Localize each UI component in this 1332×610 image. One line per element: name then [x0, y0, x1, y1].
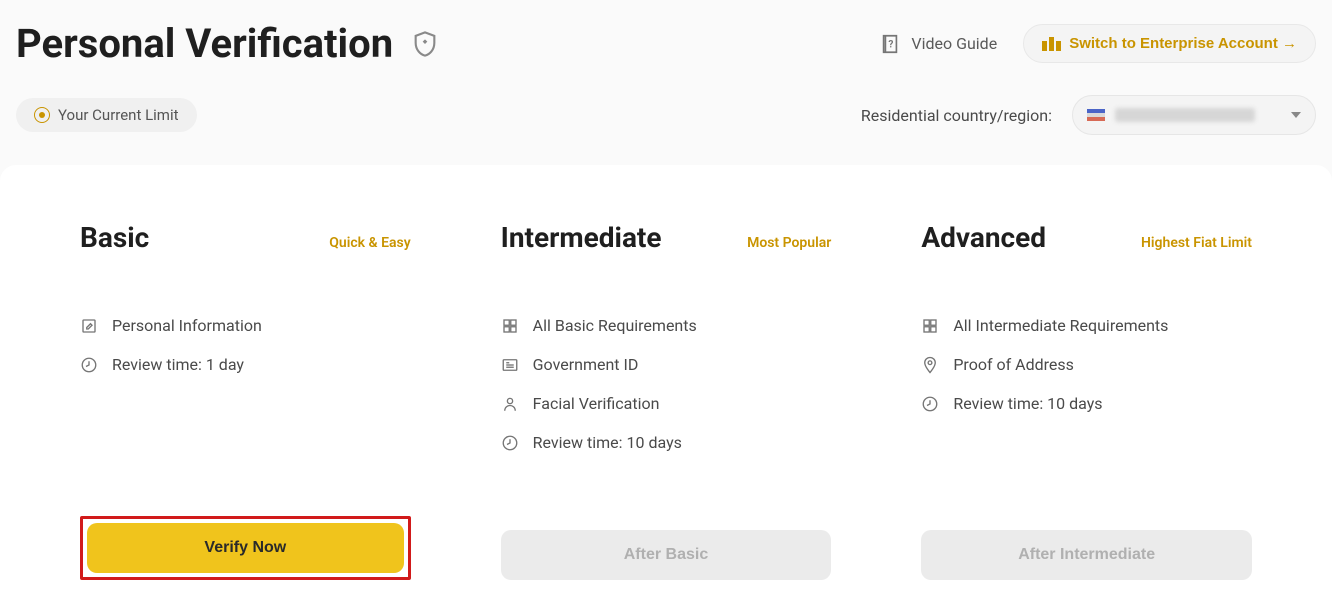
tier-title: Basic [80, 221, 149, 254]
page-title: Personal Verification [16, 20, 393, 67]
grid-icon [921, 317, 939, 335]
requirement-label: Government ID [533, 355, 639, 374]
tier-intermediate: Intermediate Most Popular All Basic Requir… [501, 221, 832, 580]
requirement-item: Proof of Address [921, 355, 1252, 374]
tier-head: Advanced Highest Fiat Limit [921, 221, 1252, 254]
clock-icon [501, 434, 519, 452]
title-row: Personal Verification ? Video Guide Swit… [16, 20, 1316, 67]
tier-title: Advanced [921, 221, 1046, 254]
country-select[interactable] [1072, 95, 1316, 135]
tier-advanced: Advanced Highest Fiat Limit All Intermedia… [921, 221, 1252, 580]
requirement-label: Review time: 10 days [533, 433, 682, 452]
requirement-item: Personal Information [80, 316, 411, 335]
requirement-label: Facial Verification [533, 394, 660, 413]
tier-tag: Quick & Easy [329, 235, 410, 251]
country-label: Residential country/region: [861, 106, 1052, 125]
header-section: Personal Verification ? Video Guide Swit… [0, 0, 1332, 165]
video-guide-link[interactable]: ? Video Guide [879, 33, 997, 55]
tier-tag: Highest Fiat Limit [1141, 235, 1252, 251]
tier-basic: Basic Quick & Easy Personal Information Rev… [80, 221, 411, 580]
help-book-icon: ? [879, 33, 901, 55]
enterprise-icon [1042, 37, 1061, 51]
requirement-item: All Basic Requirements [501, 316, 832, 335]
clock-icon [80, 356, 98, 374]
requirement-item: Review time: 1 day [80, 355, 411, 374]
highlight-box: Verify Now [80, 516, 411, 580]
current-limit-badge[interactable]: Your Current Limit [16, 98, 197, 132]
tier-disabled-button: After Intermediate [921, 530, 1252, 580]
requirement-label: Review time: 1 day [112, 355, 244, 374]
requirement-label: All Basic Requirements [533, 316, 697, 335]
tier-head: Intermediate Most Popular [501, 221, 832, 254]
requirement-label: Proof of Address [953, 355, 1074, 374]
clock-icon [921, 395, 939, 413]
info-row: Your Current Limit Residential country/r… [16, 95, 1316, 135]
person-icon [501, 395, 519, 413]
tier-head: Basic Quick & Easy [80, 221, 411, 254]
idcard-icon [501, 356, 519, 374]
svg-text:?: ? [889, 39, 894, 50]
requirement-item: All Intermediate Requirements [921, 316, 1252, 335]
current-limit-label: Your Current Limit [58, 106, 179, 124]
requirement-label: Personal Information [112, 316, 262, 335]
requirement-label: All Intermediate Requirements [953, 316, 1168, 335]
requirement-item: Facial Verification [501, 394, 832, 413]
requirements-list: Personal Information Review time: 1 day [80, 316, 411, 516]
requirements-list: All Intermediate Requirements Proof of Ad… [921, 316, 1252, 530]
verify-now-button[interactable]: Verify Now [87, 523, 404, 573]
tier-tag: Most Popular [747, 235, 831, 251]
limit-icon [34, 107, 50, 123]
title-right: ? Video Guide Switch to Enterprise Accou… [879, 24, 1316, 63]
tiers-section: Basic Quick & Easy Personal Information Rev… [0, 165, 1332, 610]
grid-icon [501, 317, 519, 335]
switch-enterprise-label: Switch to Enterprise Account → [1069, 35, 1297, 52]
edit-icon [80, 317, 98, 335]
shield-icon [411, 30, 439, 58]
country-row: Residential country/region: [861, 95, 1316, 135]
requirement-item: Review time: 10 days [501, 433, 832, 452]
pin-icon [921, 356, 939, 374]
requirements-list: All Basic Requirements Government ID Facia… [501, 316, 832, 530]
country-value-redacted [1115, 108, 1255, 122]
flag-icon [1087, 109, 1105, 121]
requirement-item: Government ID [501, 355, 832, 374]
switch-enterprise-button[interactable]: Switch to Enterprise Account → [1023, 24, 1316, 63]
requirement-item: Review time: 10 days [921, 394, 1252, 413]
tier-disabled-button: After Basic [501, 530, 832, 580]
tier-title: Intermediate [501, 221, 662, 254]
requirement-label: Review time: 10 days [953, 394, 1102, 413]
title-left: Personal Verification [16, 20, 439, 67]
video-guide-label: Video Guide [911, 34, 997, 53]
chevron-down-icon [1291, 112, 1301, 118]
